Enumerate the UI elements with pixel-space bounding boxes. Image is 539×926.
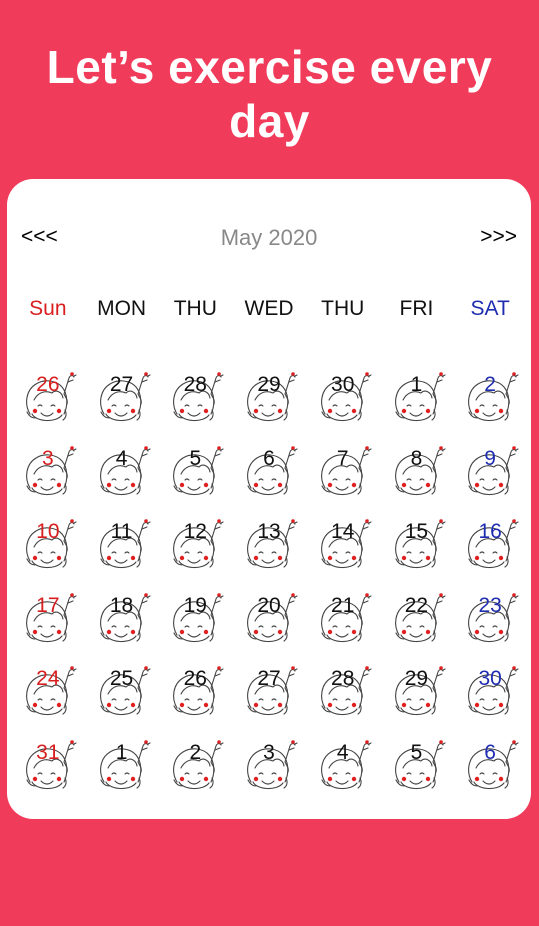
day-cell[interactable]: 16 [453,514,527,588]
day-number: 3 [42,446,54,470]
day-cell[interactable]: 11 [85,514,159,588]
day-cell[interactable]: 29 [232,367,306,441]
day-number: 13 [257,520,281,543]
day-cell[interactable]: 5 [380,735,454,809]
day-cell[interactable]: 20 [232,588,306,662]
weekday-thu: THU [321,297,365,320]
weekday-sun: Sun [29,297,67,320]
day-cell[interactable]: 1 [380,367,454,441]
day-number: 31 [36,740,60,764]
day-number: 12 [183,520,207,543]
day-cell[interactable]: 3 [232,735,306,809]
day-cell[interactable]: 21 [306,588,380,662]
weekday-tue: THU [173,297,217,320]
day-number: 9 [484,446,496,470]
day-number: 2 [484,373,496,396]
day-number: 20 [257,593,281,617]
day-cell[interactable]: 6 [232,441,306,515]
day-number: 24 [36,667,60,690]
weekday-fri: FRI [399,297,434,320]
day-number: 27 [257,667,281,690]
day-number: 5 [189,446,202,470]
weekday-mon: MON [97,297,147,320]
calendar-nav: <<< May 2020 >>> [7,225,531,255]
day-number: 17 [36,593,60,617]
day-number: 1 [410,373,423,396]
day-cell[interactable]: 14 [306,514,380,588]
day-number: 26 [183,667,207,690]
day-cell[interactable]: 4 [85,441,159,515]
day-number: 4 [336,740,349,764]
day-number: 2 [189,740,202,764]
day-cell[interactable]: 30 [306,367,380,441]
day-cell[interactable]: 26 [11,367,85,441]
day-cell[interactable]: 18 [85,588,159,662]
month-label: May 2020 [220,225,318,250]
day-number: 29 [257,373,281,396]
day-cell[interactable]: 23 [453,588,527,662]
day-number: 28 [331,667,355,690]
day-number: 18 [109,593,134,617]
day-cell[interactable]: 8 [380,441,454,515]
calendar-card: <<< May 2020 >>> Sun MON THU WED THU FRI… [7,179,531,819]
calendar-grid: 26 27 28 29 30 1 2 3 4 5 6 7 8 9 10 11 1… [11,367,527,808]
day-number: 26 [36,373,60,396]
day-cell[interactable]: 2 [453,367,527,441]
day-cell[interactable]: 27 [85,367,159,441]
day-cell[interactable]: 29 [380,661,454,735]
day-number: 25 [109,667,134,690]
day-cell[interactable]: 28 [158,367,232,441]
day-cell[interactable]: 28 [306,661,380,735]
page-title: Let’s exercise every day [46,41,493,147]
day-cell[interactable]: 31 [11,735,85,809]
day-number: 27 [109,373,134,396]
day-cell[interactable]: 5 [158,441,232,515]
day-cell[interactable]: 3 [11,441,85,515]
day-cell[interactable]: 7 [306,441,380,515]
day-cell[interactable]: 13 [232,514,306,588]
day-cell[interactable]: 22 [380,588,454,662]
weekday-wed: WED [244,297,294,320]
day-cell[interactable]: 10 [11,514,85,588]
day-cell[interactable]: 1 [85,735,159,809]
day-cell[interactable]: 25 [85,661,159,735]
day-number: 6 [263,446,275,470]
next-month-button[interactable]: >>> [480,225,517,249]
day-number: 29 [404,667,429,690]
day-cell[interactable]: 6 [453,735,527,809]
day-number: 23 [478,593,502,617]
day-number: 8 [410,446,423,470]
day-number: 30 [331,373,355,396]
day-cell[interactable]: 12 [158,514,232,588]
day-cell[interactable]: 9 [453,441,527,515]
day-cell[interactable]: 15 [380,514,454,588]
day-cell[interactable]: 27 [232,661,306,735]
day-cell[interactable]: 2 [158,735,232,809]
day-number: 7 [336,446,349,470]
day-number: 10 [36,520,60,543]
day-number: 28 [183,373,207,396]
day-number: 6 [484,740,496,764]
day-number: 1 [115,740,128,764]
day-number: 21 [331,593,355,617]
day-cell[interactable]: 26 [158,661,232,735]
day-number: 5 [410,740,423,764]
day-number: 15 [404,520,429,543]
day-cell[interactable]: 4 [306,735,380,809]
day-number: 4 [115,446,128,470]
day-number: 3 [263,740,275,764]
day-cell[interactable]: 19 [158,588,232,662]
day-cell[interactable]: 17 [11,588,85,662]
day-number: 14 [331,520,355,543]
day-cell[interactable]: 30 [453,661,527,735]
day-number: 19 [183,593,207,617]
day-number: 11 [110,520,133,543]
day-cell[interactable]: 24 [11,661,85,735]
weekday-header: Sun MON THU WED THU FRI SAT [11,297,527,327]
weekday-sat: SAT [470,297,510,320]
day-number: 16 [478,520,502,543]
day-number: 22 [404,593,429,617]
day-number: 30 [478,667,502,690]
